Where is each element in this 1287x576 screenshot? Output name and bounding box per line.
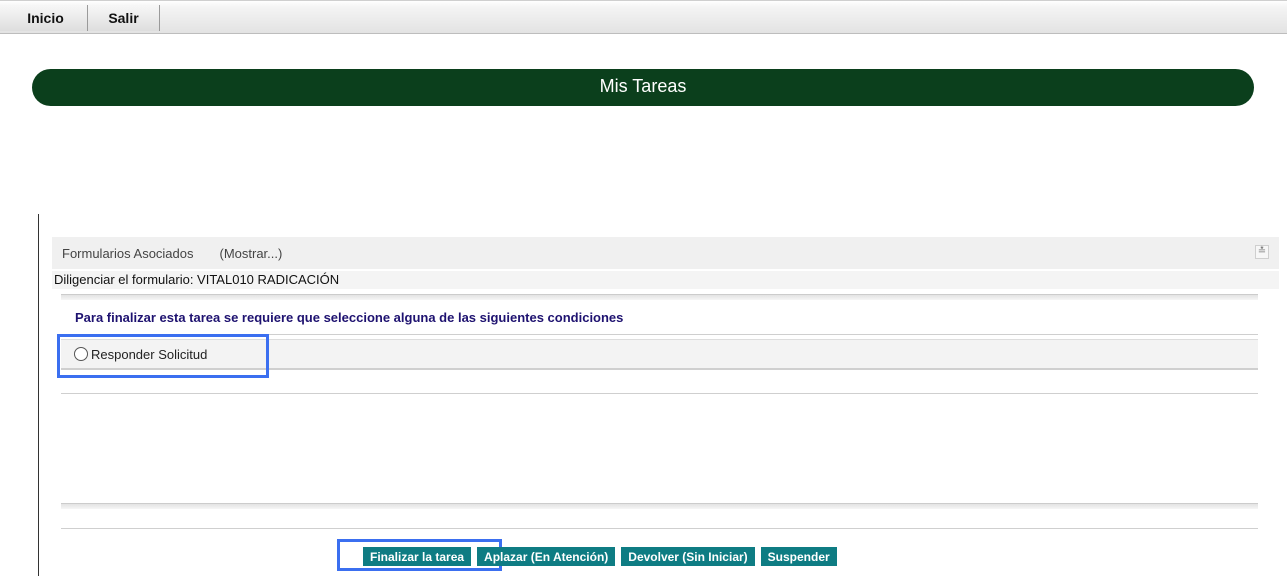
form-to-fill-label: Diligenciar el formulario: VITAL010 RADI… — [52, 271, 1279, 289]
finalize-task-button[interactable]: Finalizar la tarea — [363, 547, 472, 566]
associated-forms-label: Formularios Asociados — [62, 245, 194, 261]
conditions-instruction: Para finalizar esta tarea se requiere qu… — [75, 310, 624, 325]
associated-forms-header: Formularios Asociados (Mostrar...) ≛ — [52, 237, 1279, 269]
task-panel: Formularios Asociados (Mostrar...) ≛ Dil… — [38, 214, 1287, 576]
divider — [61, 334, 1258, 335]
postpone-button[interactable]: Aplazar (En Atención) — [477, 547, 616, 566]
radio-button[interactable] — [74, 347, 88, 361]
page-title-banner: Mis Tareas — [32, 69, 1254, 106]
nav-salir-button[interactable]: Salir — [88, 5, 160, 31]
show-forms-link[interactable]: (Mostrar...) — [220, 246, 283, 261]
return-button[interactable]: Devolver (Sin Iniciar) — [621, 547, 755, 566]
task-actions: Finalizar la tarea Aplazar (En Atención)… — [363, 547, 837, 566]
condition-option-row[interactable]: Responder Solicitud — [61, 339, 1258, 370]
nav-inicio-button[interactable]: Inicio — [0, 5, 88, 31]
condition-label: Responder Solicitud — [91, 346, 208, 362]
top-nav-bar: Inicio Salir — [0, 0, 1287, 34]
double-chevron-down-icon[interactable]: ≛ — [1255, 245, 1269, 259]
page-title: Mis Tareas — [599, 75, 687, 96]
divider — [61, 294, 1258, 300]
divider — [61, 503, 1258, 509]
divider — [61, 393, 1258, 394]
divider — [61, 528, 1258, 529]
suspend-button[interactable]: Suspender — [760, 547, 837, 566]
